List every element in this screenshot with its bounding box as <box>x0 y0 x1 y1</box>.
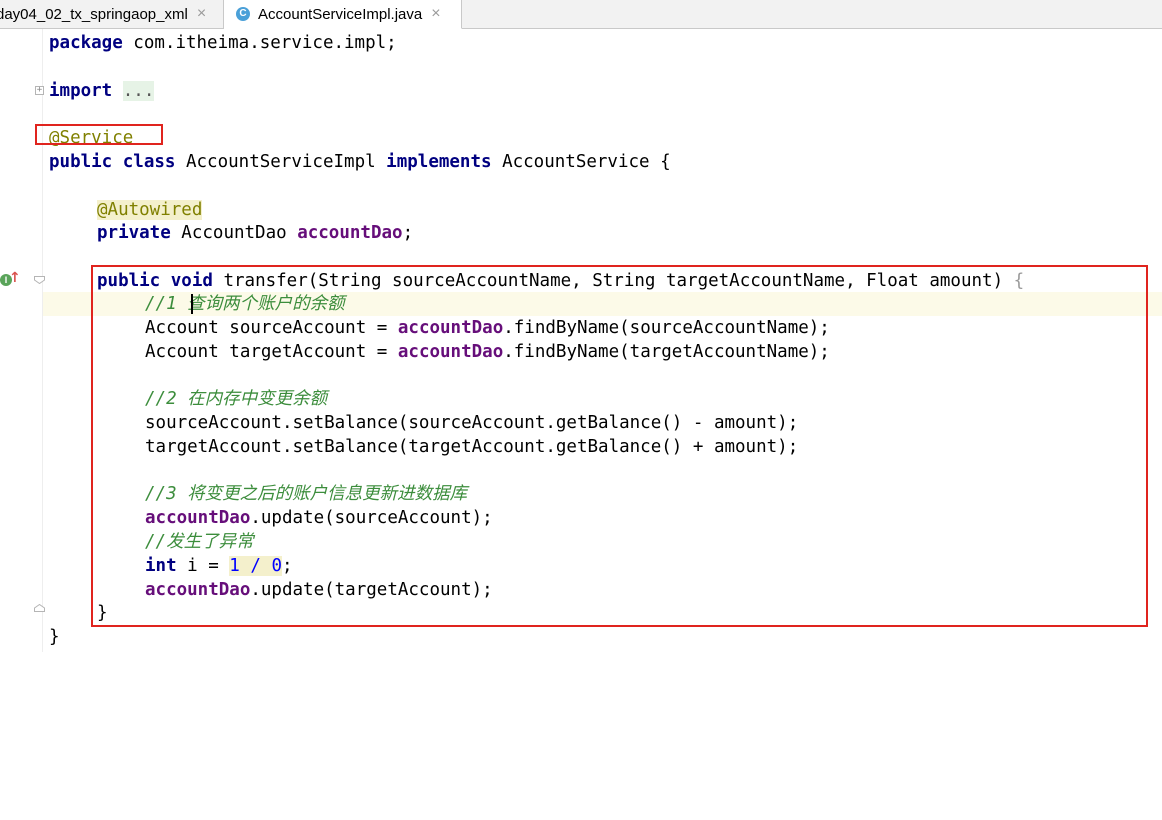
service-annotation-highlight-box <box>35 124 163 145</box>
close-icon[interactable]: × <box>197 5 206 23</box>
tab-label: day04_02_tx_springaop_xml <box>0 5 188 23</box>
transfer-method-highlight-box <box>91 265 1148 627</box>
fold-end-icon[interactable] <box>34 604 45 612</box>
code-line-class-close: } <box>49 627 60 647</box>
fold-expand-icon[interactable]: + <box>35 86 44 95</box>
tab-account-service-impl[interactable]: C AccountServiceImpl.java × <box>224 0 462 29</box>
tab-label: AccountServiceImpl.java <box>258 5 423 23</box>
code-line-import: import ... <box>49 81 155 101</box>
folded-imports[interactable]: ... <box>122 81 155 101</box>
editor-tab-bar: day04_02_tx_springaop_xml × C AccountSer… <box>0 0 1162 29</box>
editor-gutter <box>0 29 43 652</box>
code-line-package: package com.itheima.service.impl; <box>49 33 397 53</box>
fold-collapse-icon[interactable] <box>34 276 45 284</box>
code-line-class-declaration: public class AccountServiceImpl implemen… <box>49 152 671 172</box>
close-icon[interactable]: × <box>431 5 440 23</box>
code-line-dao-field: private AccountDao accountDao; <box>97 223 414 243</box>
code-line-autowired: @Autowired <box>97 200 203 220</box>
navigate-up-arrow-icon[interactable]: ↑ <box>9 270 21 286</box>
code-editor[interactable]: package com.itheima.service.impl; import… <box>49 0 1024 820</box>
tab-day04-02-tx-springaop-xml[interactable]: day04_02_tx_springaop_xml × <box>0 0 224 28</box>
java-class-icon: C <box>236 7 250 21</box>
